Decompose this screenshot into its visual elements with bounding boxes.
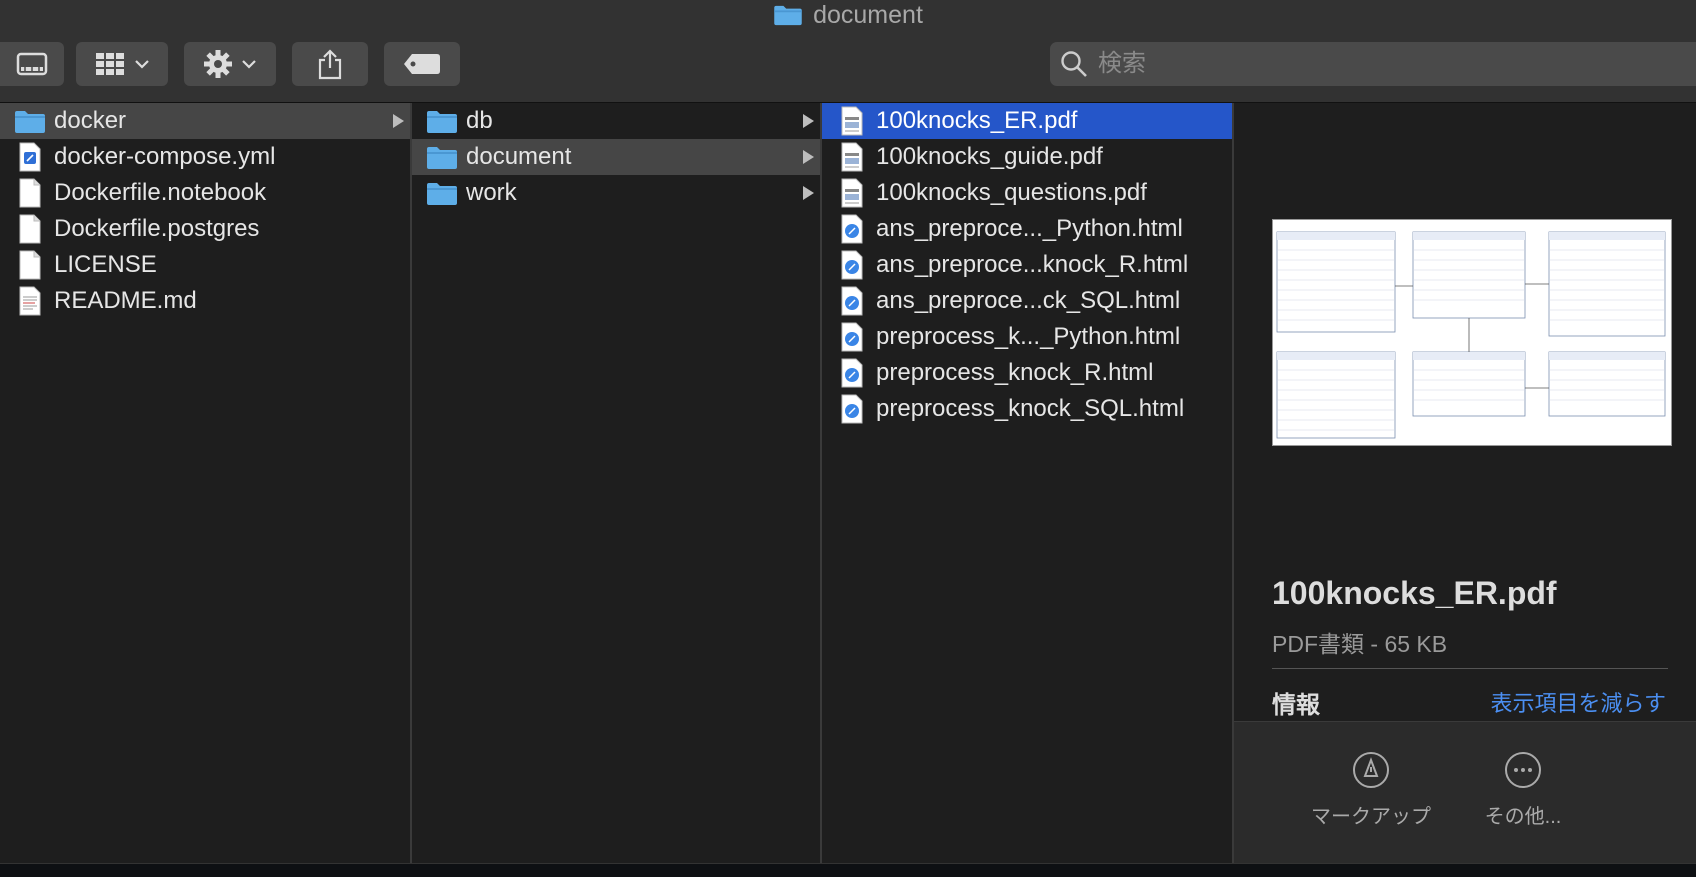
chevron-down-icon	[135, 60, 149, 69]
more-button[interactable]: その他...	[1448, 752, 1598, 829]
item-label: 100knocks_guide.pdf	[876, 143, 1103, 170]
view-mode-button[interactable]	[0, 42, 64, 86]
item-label: ans_preproce..._Python.html	[876, 215, 1183, 242]
item-label: ans_preproce...knock_R.html	[876, 251, 1189, 278]
list-item-file[interactable]: README.md	[0, 283, 410, 319]
folder-icon	[427, 111, 457, 133]
item-label: Dockerfile.postgres	[54, 215, 260, 242]
pdf-file-icon	[841, 178, 863, 208]
list-item-file[interactable]: docker-compose.yml	[0, 139, 410, 175]
item-label: db	[466, 107, 493, 134]
share-button[interactable]	[292, 42, 368, 86]
html-file-icon	[841, 394, 863, 424]
yml-file-icon	[19, 142, 41, 172]
item-label: LICENSE	[54, 251, 157, 278]
gear-icon	[204, 50, 232, 78]
search-input[interactable]	[1096, 49, 1660, 79]
window-bottom-edge	[0, 863, 1696, 877]
list-item-folder[interactable]: docker	[0, 103, 410, 139]
show-less-link[interactable]: 表示項目を減らす	[1490, 686, 1666, 718]
list-item-folder[interactable]: document	[412, 139, 820, 175]
column-view-icon	[16, 52, 48, 76]
blank-file-icon	[19, 178, 41, 208]
item-label: ans_preproce...ck_SQL.html	[876, 287, 1181, 314]
item-label: work	[466, 179, 517, 206]
window-title: document	[0, 0, 1696, 30]
item-label: 100knocks_ER.pdf	[876, 107, 1078, 134]
list-item-file[interactable]: Dockerfile.postgres	[0, 211, 410, 247]
pdf-file-icon	[841, 106, 863, 136]
item-label: preprocess_knock_SQL.html	[876, 395, 1185, 422]
pdf-file-icon	[841, 142, 863, 172]
item-label: docker	[54, 107, 127, 134]
disclosure-arrow-icon	[803, 114, 814, 128]
quick-actions-bar: マークアップ その他...	[1234, 721, 1696, 864]
more-icon	[1505, 752, 1541, 788]
more-label: その他...	[1484, 806, 1562, 828]
list-item-folder[interactable]: db	[412, 103, 820, 139]
list-item-file[interactable]: ans_preproce...knock_R.html	[822, 247, 1232, 283]
chevron-down-icon	[242, 60, 256, 69]
pdf-thumbnail[interactable]	[1272, 219, 1672, 446]
list-item-file[interactable]: Dockerfile.notebook	[0, 175, 410, 211]
info-heading: 情報	[1272, 692, 1320, 719]
list-item-file[interactable]: ans_preproce..._Python.html	[822, 211, 1232, 247]
folder-icon	[774, 5, 802, 26]
tag-button[interactable]	[384, 42, 460, 86]
list-item-file[interactable]: ans_preproce...ck_SQL.html	[822, 283, 1232, 319]
preview-file-name: 100knocks_ER.pdf	[1272, 575, 1557, 611]
list-item-file[interactable]: 100knocks_questions.pdf	[822, 175, 1232, 211]
item-label: document	[466, 143, 572, 170]
list-item-file[interactable]: 100knocks_guide.pdf	[822, 139, 1232, 175]
window-title-text: document	[813, 0, 923, 29]
share-icon	[318, 49, 342, 80]
disclosure-arrow-icon	[393, 114, 404, 128]
html-file-icon	[841, 358, 863, 388]
disclosure-arrow-icon	[803, 186, 814, 200]
list-item-folder[interactable]: work	[412, 175, 820, 211]
blank-file-icon	[19, 214, 41, 244]
item-label: README.md	[54, 287, 197, 314]
item-label: 100knocks_questions.pdf	[876, 179, 1147, 206]
markup-button[interactable]: マークアップ	[1296, 752, 1446, 829]
markup-icon	[1353, 752, 1389, 788]
preview-pane: 100knocks_ER.pdf PDF書類 - 65 KB 情報 表示項目を減…	[1234, 103, 1696, 864]
tag-icon	[404, 54, 440, 74]
item-label: docker-compose.yml	[54, 143, 276, 170]
blank-file-icon	[19, 250, 41, 280]
item-label: preprocess_knock_R.html	[876, 359, 1154, 386]
action-button[interactable]	[184, 42, 276, 86]
divider	[1272, 668, 1668, 669]
text-file-icon	[19, 286, 41, 316]
group-button[interactable]	[76, 42, 168, 86]
list-item-file[interactable]: 100knocks_ER.pdf	[822, 103, 1232, 139]
column-3[interactable]: 100knocks_ER.pdf 100knocks_guide.pdf 100…	[822, 103, 1234, 863]
list-item-file[interactable]: preprocess_knock_R.html	[822, 355, 1232, 391]
folder-icon	[427, 147, 457, 169]
search-icon	[1061, 51, 1087, 77]
window-toolbar: document	[0, 0, 1696, 103]
search-field[interactable]	[1050, 42, 1696, 86]
folder-icon	[427, 183, 457, 205]
disclosure-arrow-icon	[803, 150, 814, 164]
item-label: Dockerfile.notebook	[54, 179, 267, 206]
item-label: preprocess_k..._Python.html	[876, 323, 1181, 350]
preview-file-meta: PDF書類 - 65 KB	[1272, 631, 1448, 657]
list-item-file[interactable]: LICENSE	[0, 247, 410, 283]
html-file-icon	[841, 250, 863, 280]
column-2[interactable]: db document work	[412, 103, 822, 863]
html-file-icon	[841, 322, 863, 352]
html-file-icon	[841, 214, 863, 244]
markup-label: マークアップ	[1311, 806, 1431, 828]
html-file-icon	[841, 286, 863, 316]
grid-icon	[96, 53, 124, 75]
list-item-file[interactable]: preprocess_k..._Python.html	[822, 319, 1232, 355]
column-1[interactable]: docker docker-compose.yml Dockerfile.not…	[0, 103, 412, 863]
folder-icon	[15, 111, 45, 133]
list-item-file[interactable]: preprocess_knock_SQL.html	[822, 391, 1232, 427]
